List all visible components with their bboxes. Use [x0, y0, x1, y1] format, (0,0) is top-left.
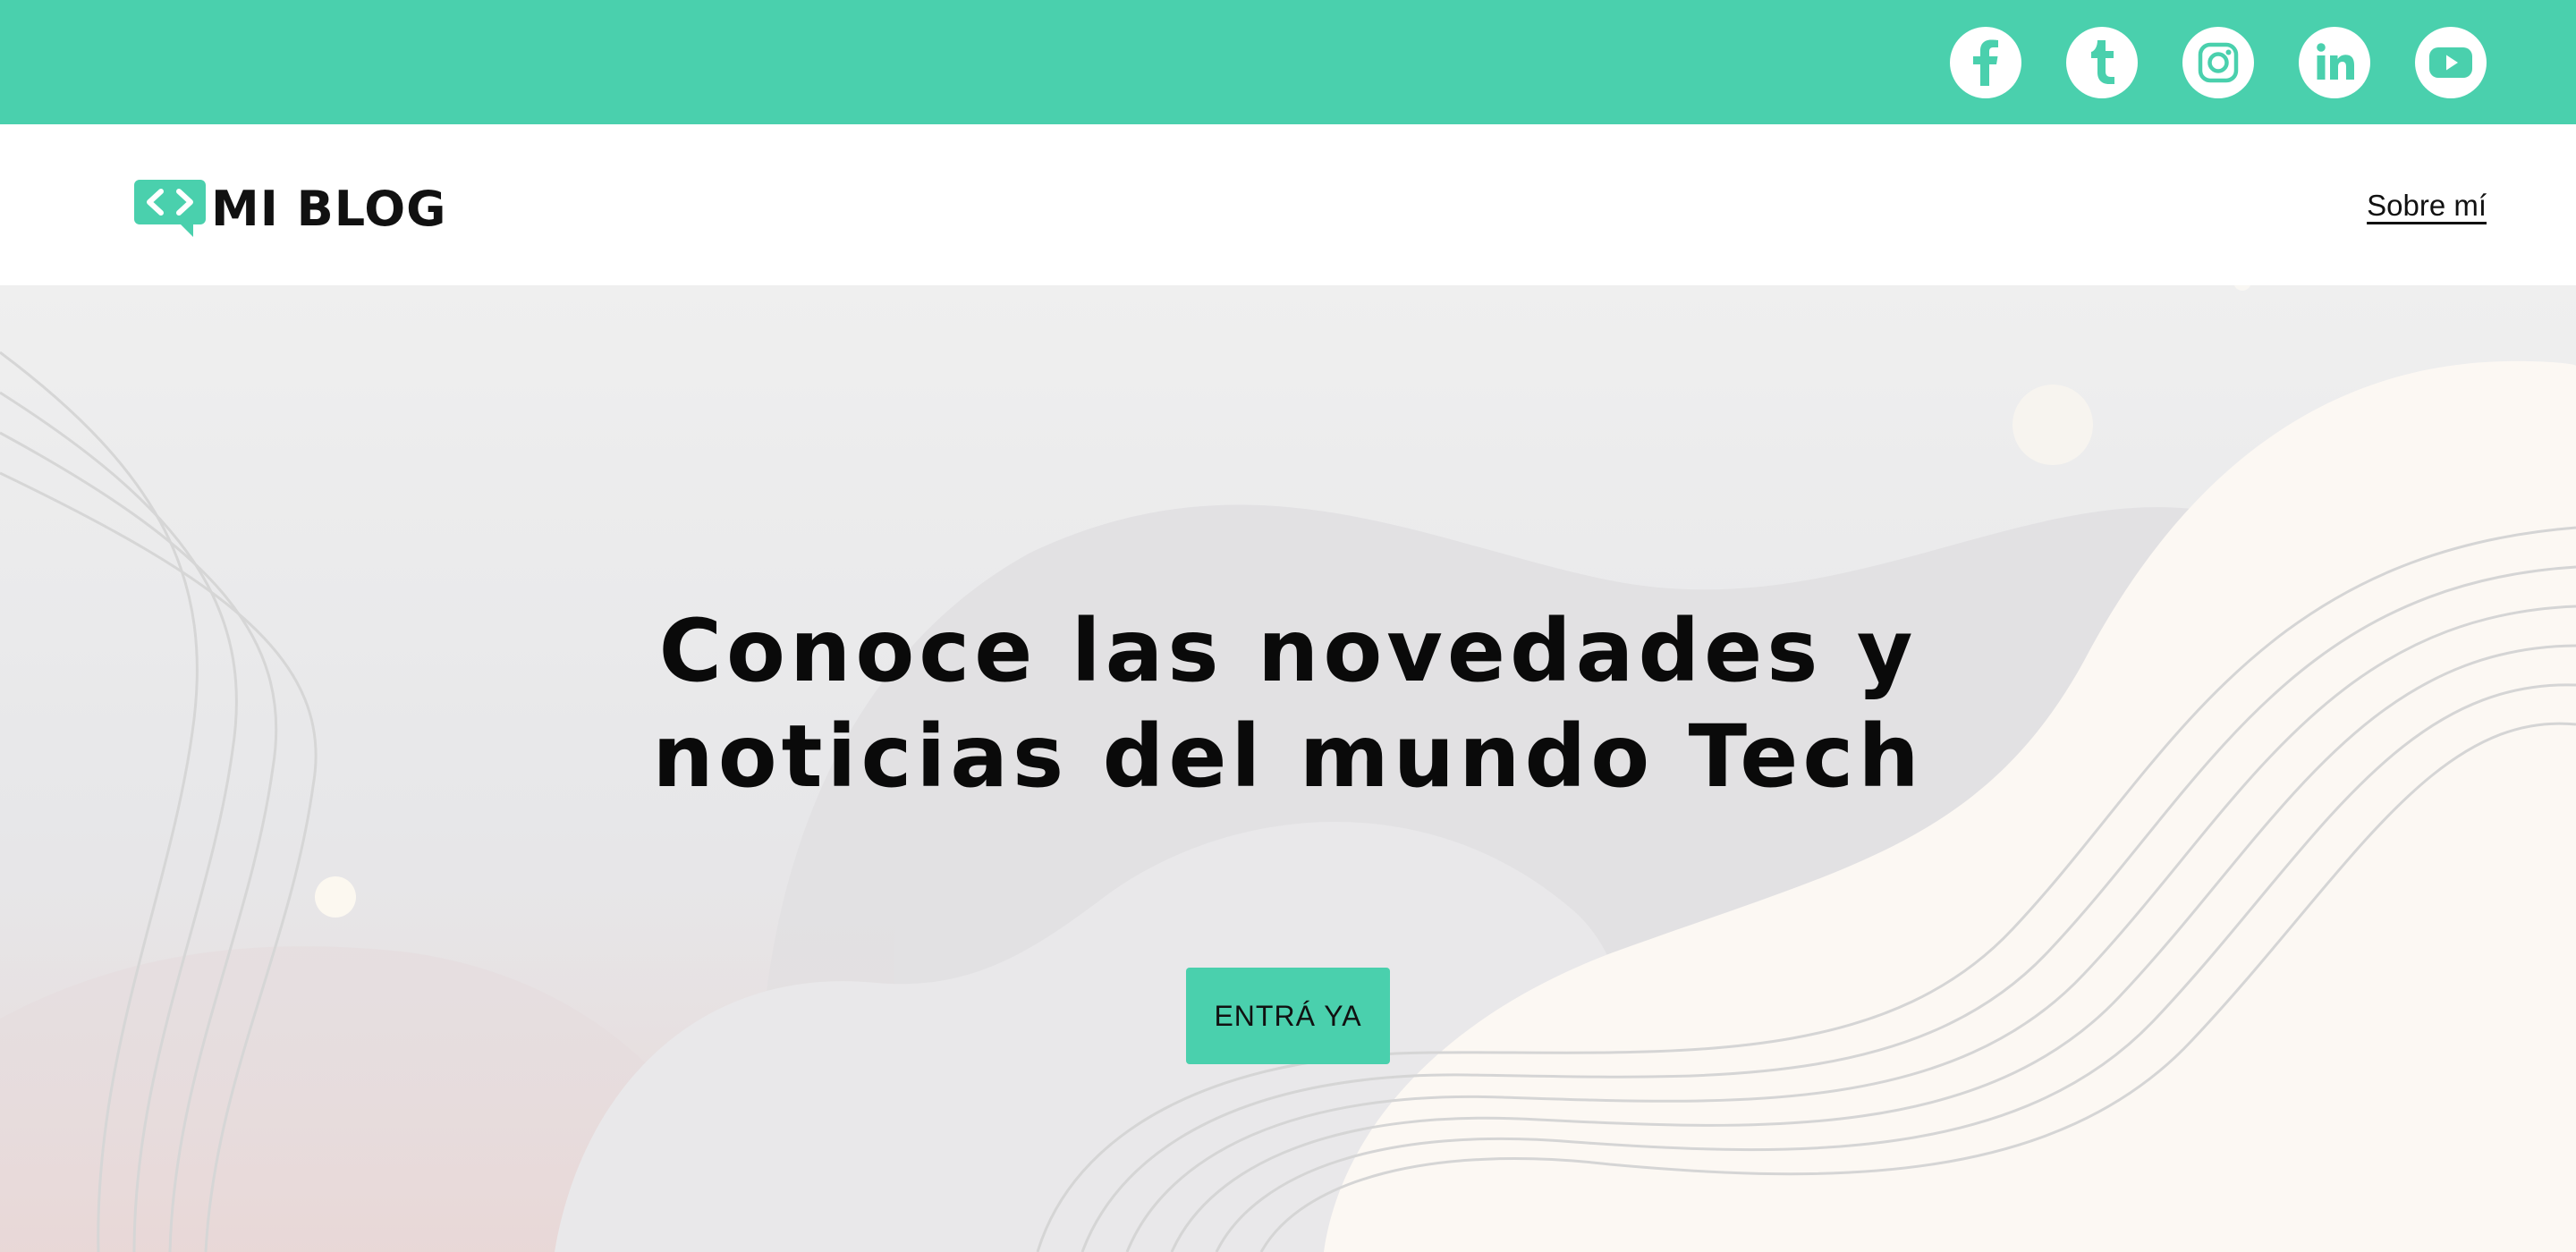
instagram-link[interactable]	[2182, 27, 2254, 98]
logo-text: MI BLOG	[211, 181, 447, 237]
youtube-link[interactable]	[2415, 27, 2487, 98]
hero-section: Conoce las novedades y noticias del mund…	[0, 285, 2576, 1252]
enter-button[interactable]: ENTRÁ YA	[1186, 968, 1390, 1064]
code-bubble-icon	[134, 180, 206, 237]
hero-title-line-2: noticias del mundo Tech	[652, 706, 1924, 807]
tumblr-link[interactable]	[2066, 27, 2138, 98]
instagram-icon	[2198, 42, 2239, 83]
site-header: MI BLOG Sobre mí	[0, 124, 2576, 285]
linkedin-link[interactable]	[2299, 27, 2370, 98]
tumblr-icon	[2091, 40, 2114, 84]
youtube-icon	[2429, 47, 2472, 78]
linkedin-icon	[2317, 43, 2354, 80]
hero-title: Conoce las novedades y noticias del mund…	[0, 598, 2576, 809]
hero-title-line-1: Conoce las novedades y	[658, 601, 1918, 701]
facebook-link[interactable]	[1950, 27, 2021, 98]
facebook-icon	[1973, 39, 1998, 86]
social-bar	[0, 0, 2576, 124]
logo[interactable]: MI BLOG	[134, 180, 447, 239]
nav-link-sobre-mi[interactable]: Sobre mí	[2367, 189, 2487, 223]
